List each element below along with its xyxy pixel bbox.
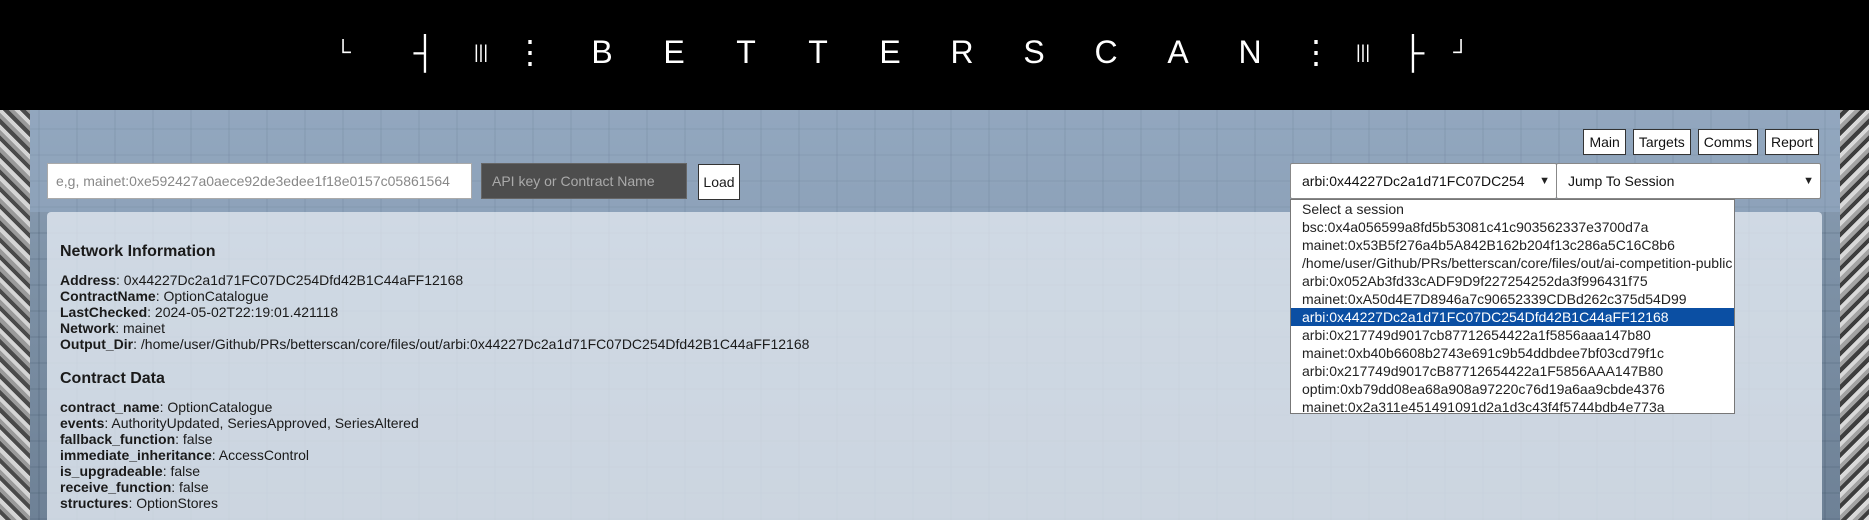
logo-glyph: ⋮ [1300,34,1332,70]
targets-button[interactable]: Targets [1632,129,1691,155]
session-option[interactable]: mainet:0x2a311e451491091d2a1d3c43f4f5744… [1291,398,1734,416]
session-select-value: arbi:0x44227Dc2a1d71FC07DC254 [1302,173,1525,189]
network-info-title: Network Information [60,243,216,260]
contract-data-title: Contract Data [60,370,165,387]
field-value: : OptionCatalogue [155,288,269,304]
contract-address-input[interactable]: e,g, mainet:0xe592427a0aece92de3edee1f18… [47,163,472,199]
field-key: Network [60,320,116,336]
field-value: : AccessControl [211,447,309,463]
jump-to-session-select[interactable]: Jump To Session ▼ [1556,163,1821,199]
comms-button[interactable]: Comms [1697,129,1758,155]
field-value: : OptionCatalogue [159,399,273,415]
background-edge-left [0,110,30,520]
field-value: : false [162,463,201,479]
session-option[interactable]: bsc:0x4a056599a8fd5b53081c41c903562337e3… [1291,218,1734,236]
logo-glyph: S [1023,33,1045,70]
network-field: Address: 0x44227Dc2a1d71FC07DC254Dfd42B1… [60,272,463,288]
session-option[interactable]: mainet:0xb40b6608b2743e691c9b54ddbdee7bf… [1291,344,1734,362]
field-value: : false [175,431,213,447]
api-key-input[interactable]: API key or Contract Name [481,163,687,199]
logo-glyph: A [1167,33,1189,70]
contract-field: receive_function: false [60,479,209,495]
session-select[interactable]: arbi:0x44227Dc2a1d71FC07DC254 ▼ [1290,163,1557,199]
field-value: : 0x44227Dc2a1d71FC07DC254Dfd42B1C44aFF1… [116,272,464,288]
chevron-down-icon: ▼ [1539,175,1550,187]
logo-glyph: T [808,33,828,70]
field-value: : mainet [115,320,166,336]
logo-glyph: ||| [1355,41,1371,62]
session-option[interactable]: /home/user/Github/PRs/betterscan/core/fi… [1291,254,1734,272]
field-value: : OptionStores [128,495,218,511]
logo-glyph: R [950,33,974,70]
logo-glyph: └ [335,39,351,64]
logo-glyph: ||| [473,41,489,62]
logo-glyph: E [879,33,901,70]
field-key: is_upgradeable [60,463,163,479]
report-button[interactable]: Report [1764,129,1819,155]
chevron-down-icon: ▼ [1803,175,1814,187]
session-option[interactable]: Select a session [1291,200,1734,218]
field-key: contract_name [60,399,160,415]
field-key: ContractName [60,288,156,304]
session-option[interactable]: arbi:0x052Ab3fd33cADF9D9f227254252da3f99… [1291,272,1734,290]
logo-glyph: C [1094,33,1118,70]
field-key: structures [60,495,129,511]
field-value: : AuthorityUpdated, SeriesApproved, Seri… [104,415,419,431]
network-field: Network: mainet [60,320,165,336]
logo-glyph: T [736,33,756,70]
session-option[interactable]: mainet:0x53B5f276a4b5A842B162b204f13c286… [1291,236,1734,254]
field-key: receive_function [60,479,172,495]
logo-glyph: ├ [1401,33,1425,70]
session-option[interactable]: arbi:0x217749d9017cb87712654422a1f5856aa… [1291,326,1734,344]
contract-field: immediate_inheritance: AccessControl [60,447,309,463]
field-key: fallback_function [60,431,176,447]
session-option[interactable]: optim:0xb79dd08ea68a908a97220c76d19a6aa9… [1291,380,1734,398]
load-button[interactable]: Load [698,164,740,200]
logo-glyph: N [1238,33,1262,70]
jump-select-value: Jump To Session [1568,173,1675,189]
contract-field: contract_name: OptionCatalogue [60,399,272,415]
logo-glyph: ┤ [413,33,437,70]
background-edge-right [1840,110,1869,520]
contract-field: events: AuthorityUpdated, SeriesApproved… [60,415,419,431]
logo-glyph: B [591,33,613,70]
field-key: events [60,415,105,431]
app-header: └ ┤ ||| ⋮ B E T T E R S C A N ⋮ ||| ├ ┘ [0,0,1869,110]
field-key: LastChecked [60,304,148,320]
network-field: Output_Dir: /home/user/Github/PRs/better… [60,336,809,352]
field-key: Address [60,272,117,288]
session-dropdown-list: Select a session bsc:0x4a056599a8fd5b530… [1290,199,1735,416]
network-field: LastChecked: 2024-05-02T22:19:01.421118 [60,304,338,320]
nav-buttons: Main Targets Comms Report [1583,129,1819,155]
session-option-selected[interactable]: arbi:0x44227Dc2a1d71FC07DC254Dfd42B1C44a… [1291,308,1734,326]
betterscan-logo: └ ┤ ||| ⋮ B E T T E R S C A N ⋮ ||| ├ ┘ [332,32,1472,72]
field-value: : /home/user/Github/PRs/betterscan/core/… [133,336,810,352]
contract-field: fallback_function: false [60,431,213,447]
network-field: ContractName: OptionCatalogue [60,288,269,304]
main-button[interactable]: Main [1583,129,1626,155]
field-key: immediate_inheritance [60,447,212,463]
logo-glyph: E [663,33,685,70]
contract-field: structures: OptionStores [60,495,218,511]
logo-glyph: ⋮ [514,34,546,70]
session-option[interactable]: arbi:0x217749d9017cB87712654422a1F5856AA… [1291,362,1734,380]
field-value: : 2024-05-02T22:19:01.421118 [147,304,339,320]
field-value: : false [171,479,209,495]
field-key: Output_Dir [60,336,134,352]
contract-field: is_upgradeable: false [60,463,200,479]
logo-glyph: ┘ [1453,39,1469,64]
session-option[interactable]: mainet:0xA50d4E7D8946a7c90652339CDBd262c… [1291,290,1734,308]
